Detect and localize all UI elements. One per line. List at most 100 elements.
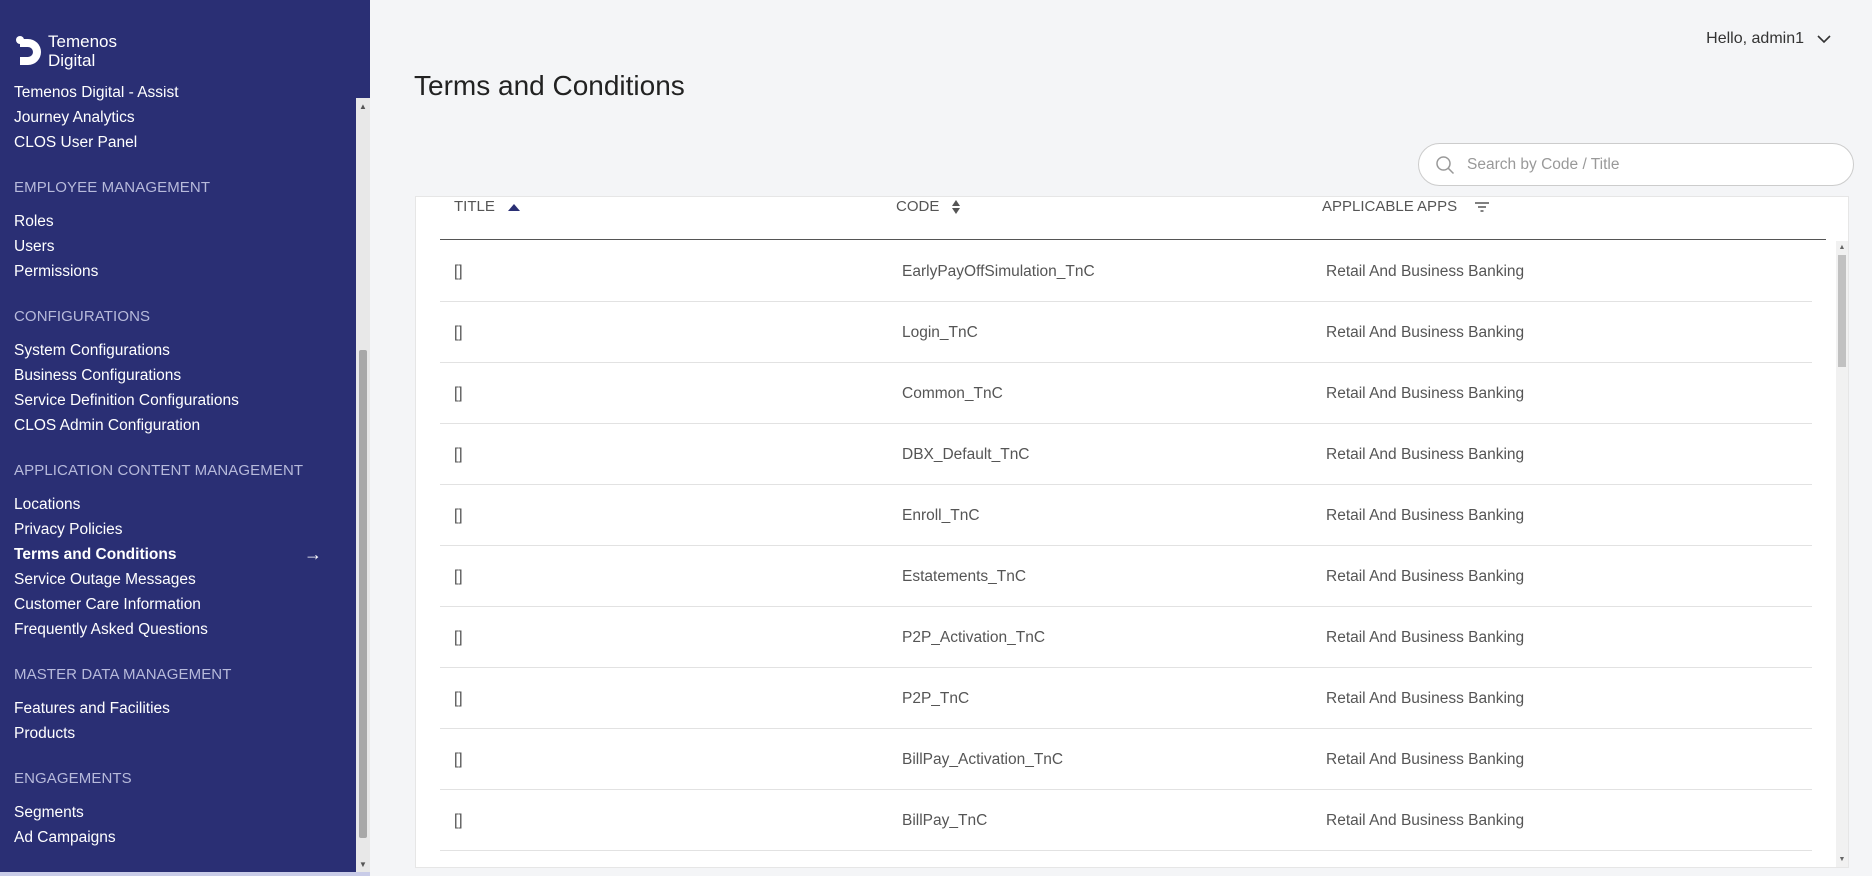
cell-apps: Retail And Business Banking [1326, 385, 1525, 402]
column-header-title-label: TITLE [454, 198, 495, 215]
cell-code: Estatements_TnC [902, 568, 1027, 585]
table-header: TITLE CODE APPLICABLE APPS [440, 197, 1826, 240]
search-icon [1436, 155, 1455, 174]
scroll-up-icon[interactable]: ▲ [1836, 242, 1848, 254]
scroll-down-icon[interactable]: ▼ [356, 858, 370, 872]
chevron-down-icon [1817, 35, 1831, 44]
sidebar-item-service-outage-messages[interactable]: Service Outage Messages [0, 567, 356, 592]
cell-apps: Retail And Business Banking [1326, 629, 1525, 646]
cell-title: [] [454, 568, 463, 585]
table-row[interactable]: [] Login_TnC Retail And Business Banking [440, 302, 1812, 363]
page-title: Terms and Conditions [414, 70, 685, 101]
sidebar-item-ad-campaigns[interactable]: Ad Campaigns [0, 825, 356, 850]
sidebar-item-frequently-asked-questions[interactable]: Frequently Asked Questions [0, 617, 356, 642]
search-input[interactable] [1467, 155, 1827, 174]
scroll-down-icon[interactable]: ▼ [1836, 854, 1848, 866]
section-header-application-content-management: APPLICATION CONTENT MANAGEMENT [14, 462, 304, 479]
cell-title: [] [454, 751, 463, 768]
table-row[interactable]: [] BillPay_Activation_TnC Retail And Bus… [440, 729, 1812, 790]
sidebar-item-clos-user-panel[interactable]: CLOS User Panel [0, 130, 356, 155]
sidebar-item-roles[interactable]: Roles [0, 209, 356, 234]
table-row[interactable]: [] Enroll_TnC Retail And Business Bankin… [440, 485, 1812, 546]
sidebar-item-permissions[interactable]: Permissions [0, 259, 356, 284]
cell-code: Common_TnC [902, 385, 1003, 402]
brand-logo[interactable]: Temenos Digital [14, 32, 117, 70]
sidebar-item-locations[interactable]: Locations [0, 492, 356, 517]
sidebar-item-users[interactable]: Users [0, 234, 356, 259]
sidebar-item-temenos-digital-assist[interactable]: Temenos Digital - Assist [0, 86, 356, 105]
sidebar-item-service-definition-configurations[interactable]: Service Definition Configurations [0, 388, 356, 413]
terms-table: TITLE CODE APPLICABLE APPS [] EarlyPayOf… [415, 196, 1849, 868]
scroll-up-icon[interactable]: ▲ [356, 100, 370, 114]
cell-apps: Retail And Business Banking [1326, 751, 1525, 768]
sidebar: Temenos Digital Temenos Digital - Assist… [0, 0, 370, 876]
brand-line-1: Temenos [48, 32, 117, 51]
table-scrollbar-thumb[interactable] [1838, 255, 1846, 367]
cell-apps: Retail And Business Banking [1326, 568, 1525, 585]
column-header-apps-label: APPLICABLE APPS [1322, 198, 1458, 215]
cell-code: BillPay_Activation_TnC [902, 751, 1064, 768]
sidebar-nav-content: Temenos Digital - Assist Journey Analyti… [0, 86, 356, 850]
table-row[interactable]: [] Common_TnC Retail And Business Bankin… [440, 363, 1812, 424]
cell-apps: Retail And Business Banking [1326, 263, 1525, 280]
section-header-employee-management: EMPLOYEE MANAGEMENT [14, 179, 211, 196]
sort-ascending-icon[interactable] [507, 202, 521, 212]
cell-title: [] [454, 507, 463, 524]
cell-title: [] [454, 324, 463, 341]
user-greeting: Hello, admin1 [1706, 30, 1804, 47]
search-box[interactable] [1418, 143, 1854, 186]
column-header-applicable-apps[interactable]: APPLICABLE APPS [1322, 197, 1490, 217]
sidebar-item-journey-analytics[interactable]: Journey Analytics [0, 105, 356, 130]
table-scrollbar[interactable]: ▲ ▼ [1836, 241, 1848, 867]
cell-title: [] [454, 446, 463, 463]
table-row[interactable]: [] P2P_TnC Retail And Business Banking [440, 668, 1812, 729]
cell-title: [] [454, 385, 463, 402]
cell-title: [] [454, 812, 463, 829]
table-body: [] EarlyPayOffSimulation_TnC Retail And … [440, 241, 1812, 861]
column-header-title[interactable]: TITLE [454, 197, 521, 217]
sidebar-item-clos-admin-configuration[interactable]: CLOS Admin Configuration [0, 413, 356, 438]
sidebar-scrollbar-thumb[interactable] [359, 350, 367, 838]
brand-line-2: Digital [48, 51, 96, 70]
sidebar-item-business-configurations[interactable]: Business Configurations [0, 363, 356, 388]
sidebar-item-privacy-policies[interactable]: Privacy Policies [0, 517, 356, 542]
cell-apps: Retail And Business Banking [1326, 690, 1525, 707]
sidebar-item-features-and-facilities[interactable]: Features and Facilities [0, 696, 356, 721]
user-menu[interactable]: Hello, admin1 [1706, 30, 1832, 48]
cell-code: BillPay_TnC [902, 812, 988, 829]
table-row[interactable]: [] Estatements_TnC Retail And Business B… [440, 546, 1812, 607]
cell-apps: Retail And Business Banking [1326, 446, 1525, 463]
section-header-engagements: ENGAGEMENTS [14, 770, 132, 787]
sidebar-nav: Temenos Digital - Assist Journey Analyti… [0, 86, 356, 876]
table-row[interactable]: [] DBX_Default_TnC Retail And Business B… [440, 424, 1812, 485]
cell-title: [] [454, 629, 463, 646]
sort-icon[interactable] [951, 199, 961, 215]
cell-code: EarlyPayOffSimulation_TnC [902, 263, 1095, 280]
sidebar-item-products[interactable]: Products [0, 721, 356, 746]
column-header-code[interactable]: CODE [896, 197, 961, 217]
cell-apps: Retail And Business Banking [1326, 324, 1525, 341]
cell-title: [] [454, 690, 463, 707]
cell-apps: Retail And Business Banking [1326, 812, 1525, 829]
sidebar-item-customer-care-information[interactable]: Customer Care Information [0, 592, 356, 617]
sidebar-scrollbar[interactable]: ▲ ▼ [356, 98, 370, 876]
sidebar-item-system-configurations[interactable]: System Configurations [0, 338, 356, 363]
cell-code: DBX_Default_TnC [902, 446, 1030, 463]
table-row[interactable]: [] P2P_Activation_TnC Retail And Busines… [440, 607, 1812, 668]
column-header-code-label: CODE [896, 198, 940, 215]
cell-code: P2P_Activation_TnC [902, 629, 1046, 646]
brand-name: Temenos Digital [48, 32, 117, 70]
table-row[interactable]: [] EarlyPayOffSimulation_TnC Retail And … [440, 241, 1812, 302]
cell-code: Enroll_TnC [902, 507, 980, 524]
section-header-configurations: CONFIGURATIONS [14, 308, 151, 325]
temenos-logo-icon [16, 36, 41, 65]
filter-icon[interactable] [1475, 201, 1490, 213]
sidebar-item-label: Terms and Conditions [14, 546, 177, 563]
table-row[interactable]: [] BillPay_TnC Retail And Business Banki… [440, 790, 1812, 851]
sidebar-item-segments[interactable]: Segments [0, 800, 356, 825]
arrow-right-icon: → [304, 544, 322, 564]
sidebar-item-terms-and-conditions[interactable]: Terms and Conditions → [0, 542, 356, 567]
cell-code: Login_TnC [902, 324, 978, 341]
sidebar-bottom-edge [0, 872, 370, 876]
cell-apps: Retail And Business Banking [1326, 507, 1525, 524]
